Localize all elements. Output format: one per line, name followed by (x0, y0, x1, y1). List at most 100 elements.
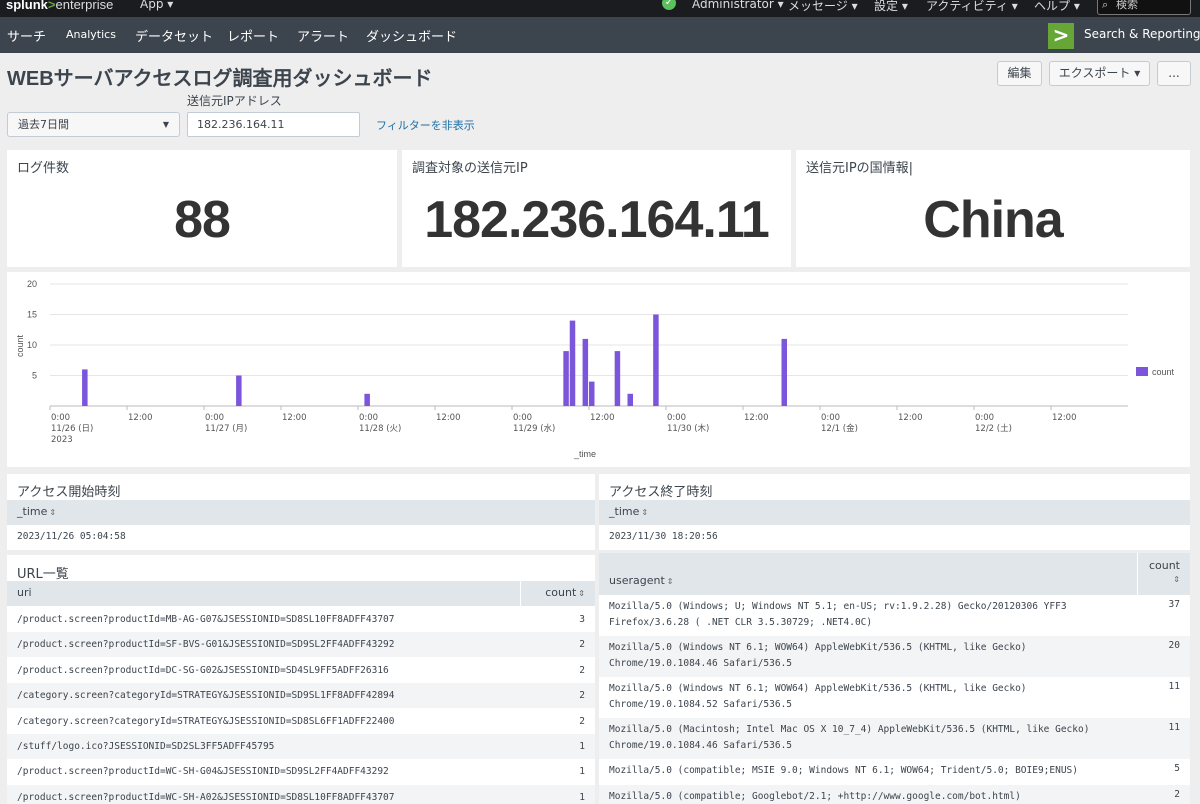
count-cell: 11 (1168, 722, 1180, 733)
x-tick-label: 0:00 (513, 413, 532, 423)
country-panel: 送信元IPの国情報| China (796, 150, 1190, 267)
start-time-value: 2023/11/26 05:04:58 (17, 531, 126, 542)
uri-cell[interactable]: /product.screen?productId=WC-SH-A02&JSES… (17, 792, 395, 803)
global-search-input[interactable]: ⌕ 検索 (1097, 0, 1191, 15)
time-range-picker[interactable]: 過去7日間 ▼ (7, 112, 180, 137)
administrator-menu[interactable]: Administrator ▾ (692, 0, 784, 11)
x-tick-label: 11/26 (日) (51, 424, 93, 434)
count-cell: 1 (579, 766, 585, 778)
logo-enterprise-text: enterprise (55, 0, 114, 12)
timechart: 20151050:0011/26 (日)202312:00 0:0011/27 (… (15, 279, 1175, 459)
edit-button[interactable]: 編集 (997, 61, 1042, 86)
source-ip-input[interactable]: 182.236.164.11 (187, 112, 360, 137)
messages-menu[interactable]: メッセージ ▾ (788, 0, 858, 14)
useragent-cell[interactable]: Mozilla/5.0 (Windows NT 6.1; WOW64) Appl… (609, 640, 1129, 672)
nav-dashboards[interactable]: ダッシュボード (366, 26, 457, 45)
uri-cell[interactable]: /category.screen?categoryId=STRATEGY&JSE… (17, 716, 395, 727)
uri-cell[interactable]: /product.screen?productId=SF-BVS-G01&JSE… (17, 639, 395, 650)
column-header-label: uri (17, 586, 32, 599)
export-button[interactable]: エクスポート ▾ (1049, 61, 1150, 86)
column-header-useragent[interactable]: useragent ⇕ (609, 574, 673, 587)
column-divider (1137, 553, 1138, 595)
ip-input-label: 送信元IPアドレス (187, 94, 282, 108)
uri-cell[interactable]: /category.screen?categoryId=STRATEGY&JSE… (17, 690, 395, 701)
nav-reports[interactable]: レポート (227, 26, 279, 45)
count-cell: 3 (579, 614, 585, 625)
timechart-panel: 20 15 10 5 0:00 11/26 (日) 2023 12:00 0:00 11/27 (… (7, 272, 1190, 467)
more-actions-button[interactable]: ... (1157, 61, 1191, 86)
activity-menu[interactable]: アクティビティ ▾ (926, 0, 1018, 14)
y-tick-label: 15 (27, 310, 37, 320)
column-header-time[interactable]: _time ⇕ (17, 505, 56, 518)
log-count-panel: ログ件数 88 (7, 150, 397, 267)
logo-gt-text: > (47, 0, 56, 12)
column-header-count[interactable]: count ⇕ (545, 586, 585, 599)
count-cell: 1 (579, 741, 585, 752)
panel-title: 送信元IPの国情報| (806, 161, 914, 176)
app-menu[interactable]: App ▾ (140, 0, 173, 11)
sort-icon: ⇕ (666, 577, 674, 586)
x-tick-label: 0:00 (667, 413, 686, 423)
bar (589, 381, 595, 406)
x-tick-label: 12/1 (金) (821, 423, 858, 434)
table-row: /product.screen?productId=MB-AG-G07&JSES… (7, 607, 595, 632)
table-row: /product.screen?productId=DC-SG-G02&JSES… (7, 658, 595, 683)
useragent-cell[interactable]: Mozilla/5.0 (compatible; MSIE 9.0; Windo… (609, 763, 1129, 779)
table-row: /stuff/logo.ico?JSESSIONID=SD2SL3FF5ADFF… (7, 734, 595, 759)
column-header-time[interactable]: _time ⇕ (609, 505, 648, 518)
useragent-cell[interactable]: Mozilla/5.0 (Windows; U; Windows NT 5.1;… (609, 599, 1129, 631)
table-header: _time ⇕ (599, 500, 1190, 525)
nav-analytics[interactable]: Analytics (66, 28, 116, 41)
column-divider (520, 581, 521, 606)
useragent-cell[interactable]: Mozilla/5.0 (Windows NT 6.1; WOW64) Appl… (609, 681, 1129, 713)
settings-menu[interactable]: 設定 ▾ (874, 0, 908, 14)
panel-title: ログ件数 (17, 161, 70, 176)
url-list-panel: URL一覧 uri count ⇕ /product.screen?product… (7, 555, 595, 804)
useragent-cell[interactable]: Mozilla/5.0 (Macintosh; Intel Mac OS X 1… (609, 722, 1129, 754)
x-tick-label: 0:00 (975, 413, 994, 423)
bar (781, 338, 787, 406)
y-tick-label: 10 (27, 340, 37, 350)
uri-cell[interactable]: /stuff/logo.ico?JSESSIONID=SD2SL3FF5ADFF… (17, 741, 274, 752)
sort-icon: ⇕ (641, 508, 649, 517)
nav-datasets[interactable]: データセット (135, 26, 213, 45)
column-header-uri[interactable]: uri (17, 586, 32, 599)
nav-search[interactable]: サーチ (7, 26, 46, 45)
table-row: Mozilla/5.0 (Windows; U; Windows NT 5.1;… (599, 595, 1190, 636)
bar (364, 393, 370, 406)
uri-cell[interactable]: /product.screen?productId=WC-SH-G04&JSES… (17, 766, 389, 777)
x-tick-label: 11/27 (月) (205, 424, 247, 434)
x-tick-label: 0:00 (205, 413, 224, 423)
app-name-label[interactable]: Search & Reporting (1084, 27, 1200, 41)
help-menu[interactable]: ヘルプ ▾ (1034, 0, 1080, 14)
table-row: /product.screen?productId=WC-SH-G04&JSES… (7, 759, 595, 784)
x-tick-label: 0:00 (821, 413, 840, 423)
y-tick-label: 5 (32, 371, 37, 381)
count-cell: 1 (579, 791, 585, 803)
x-tick-label: 12/2 (土) (975, 423, 1012, 434)
column-header-label: count (545, 586, 577, 599)
splunk-logo[interactable]: splunk>enterprise (6, 0, 113, 12)
table-header: useragent ⇕ count ⇕ (599, 553, 1190, 595)
uri-cell[interactable]: /product.screen?productId=DC-SG-G02&JSES… (17, 665, 389, 676)
x-axis-label: _time (573, 449, 596, 459)
nav-alerts[interactable]: アラート (297, 26, 349, 45)
bar (82, 369, 88, 406)
bar (563, 351, 569, 406)
search-reporting-app-icon[interactable]: > (1048, 23, 1074, 49)
column-header-count[interactable]: count (1149, 559, 1180, 572)
hide-filters-link[interactable]: フィルターを非表示 (376, 117, 475, 133)
health-ok-icon[interactable]: ✓ (662, 0, 676, 10)
useragent-panel: useragent ⇕ count ⇕ Mozilla/5.0 (Windows;… (599, 553, 1190, 804)
table-row: /category.screen?categoryId=STRATEGY&JSE… (7, 709, 595, 734)
sort-icon[interactable]: ⇕ (1173, 575, 1180, 584)
access-end-panel: アクセス終了時刻 _time ⇕ 2023/11/30 18:20:56 (599, 474, 1190, 550)
count-cell: 2 (579, 715, 585, 727)
x-tick-label: 11/29 (水) (513, 423, 555, 434)
uri-cell[interactable]: /product.screen?productId=MB-AG-G07&JSES… (17, 614, 395, 625)
table-row: /product.screen?productId=WC-SH-A02&JSES… (7, 784, 595, 804)
useragent-cell[interactable]: Mozilla/5.0 (compatible; Googlebot/2.1; … (609, 789, 1129, 804)
count-cell: 5 (1174, 763, 1180, 774)
table-row: Mozilla/5.0 (Macintosh; Intel Mac OS X 1… (599, 718, 1190, 759)
legend-swatch (1136, 367, 1148, 376)
